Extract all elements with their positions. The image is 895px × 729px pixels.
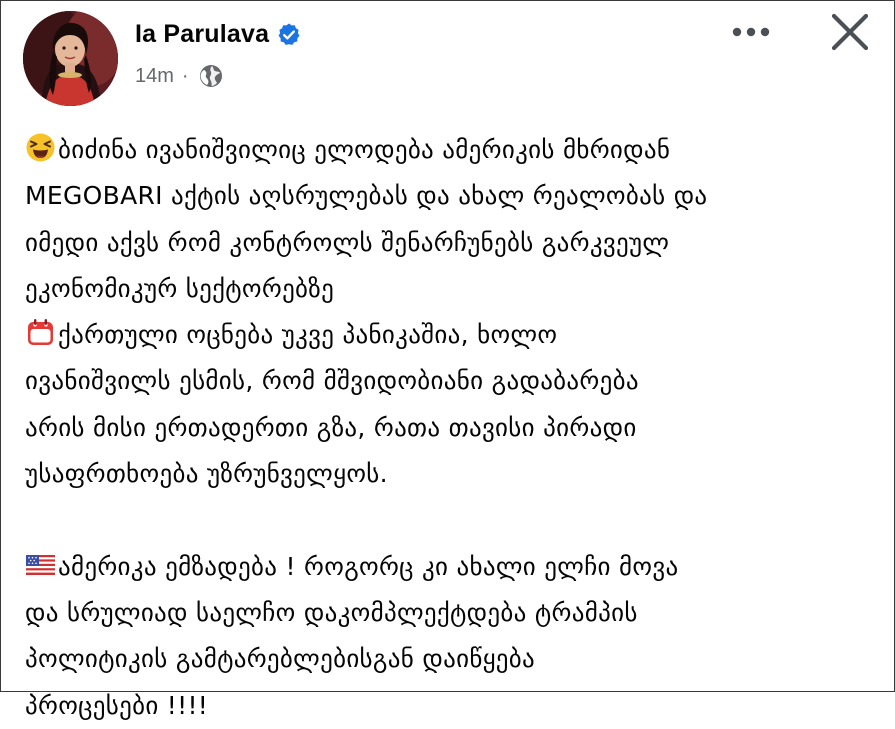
post-card: Ia Parulava 14m · ბიძინა ივანიშვილიც ელო…	[0, 0, 895, 720]
laughing-squinting-face-emoji	[25, 132, 56, 163]
paragraph-1-line-3: იმედი აქვს რომ კონტროლს შენარჩუნებს გარკ…	[25, 227, 670, 257]
more-options-button[interactable]	[723, 15, 779, 49]
verified-badge-icon	[278, 23, 300, 45]
us-flag-emoji	[25, 549, 56, 580]
post-timestamp[interactable]: 14m	[135, 65, 174, 88]
paragraph-2-line-4: უსაფრთხოება უზრუნველყოს.	[25, 459, 388, 489]
post-header: Ia Parulava 14m ·	[1, 1, 894, 111]
author-line: Ia Parulava	[135, 20, 302, 49]
close-icon	[831, 13, 869, 51]
paragraph-3-line-4: პროცესები !!!!	[25, 690, 209, 720]
paragraph-2-line-3: არის მისი ერთადერთი გზა, რათა თავისი პირ…	[25, 412, 637, 442]
avatar[interactable]	[23, 11, 118, 106]
calendar-emoji	[25, 317, 56, 348]
post-text: ბიძინა ივანიშვილიც ელოდება ამერიკის მხრი…	[25, 127, 875, 729]
paragraph-1-line-2: MEGOBARI აქტის აღსრულებას და ახალ რეალობ…	[25, 181, 708, 211]
paragraph-3-line-2: და სრულიად საელჩო დაკომპლექტდება ტრამპის	[25, 597, 638, 627]
paragraph-3-line-3: პოლიტიკის გამტარებლებისგან დაიწყება	[25, 644, 536, 674]
paragraph-2-line-1: ქართული ოცნება უკვე პანიკაშია, ხოლო	[25, 312, 875, 358]
paragraph-3-line-1: ამერიკა ემზადება ! როგორც კი ახალი ელჩი …	[25, 544, 875, 590]
meta-separator: ·	[181, 64, 189, 87]
author-name[interactable]: Ia Parulava	[135, 20, 269, 49]
globe-icon[interactable]	[198, 63, 224, 89]
more-options-icon	[732, 27, 770, 37]
paragraph-2-line-2: ივანიშვილს ესმის, რომ მშვიდობიანი გადაბა…	[25, 366, 639, 396]
close-button[interactable]	[827, 9, 873, 55]
paragraph-1-line-4: ეკონომიკურ სექტორებზე	[25, 273, 335, 303]
paragraph-1-line-1: ბიძინა ივანიშვილიც ელოდება ამერიკის მხრი…	[25, 127, 875, 173]
post-meta: 14m ·	[135, 63, 224, 89]
avatar-image	[23, 11, 118, 106]
